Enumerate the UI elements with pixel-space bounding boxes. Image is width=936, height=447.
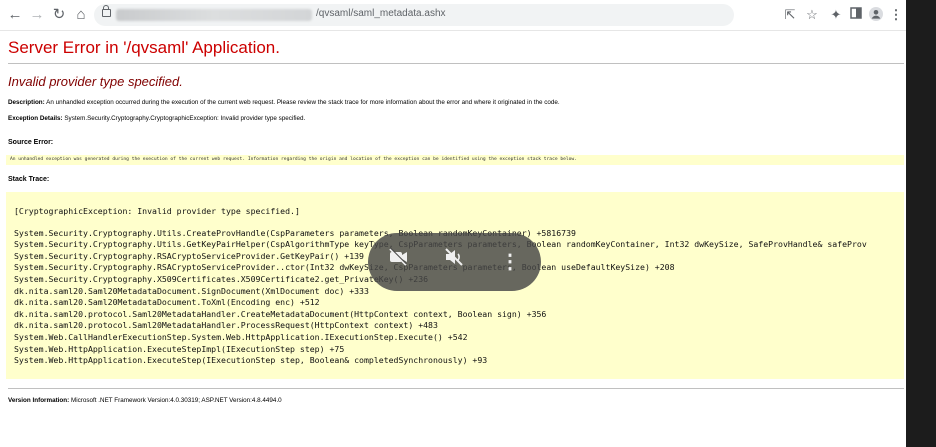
version-text: Microsoft .NET Framework Version:4.0.303…	[70, 397, 282, 404]
lock-icon[interactable]	[102, 5, 111, 17]
browser-toolbar: ← → ↻ ⌂ /qvsaml/saml_metadata.ashx ⇱ ☆ ✦…	[0, 0, 936, 31]
home-icon[interactable]: ⌂	[72, 6, 90, 24]
stack-trace-line: System.Web.CallHandlerExecutionStep.Syst…	[14, 332, 468, 342]
error-subtitle: Invalid provider type specified.	[8, 74, 183, 89]
star-icon[interactable]: ☆	[804, 7, 820, 23]
stack-trace-line: [CryptographicException: Invalid provide…	[14, 206, 300, 216]
reload-icon[interactable]: ↻	[50, 6, 68, 24]
version-label: Version Information:	[8, 397, 70, 404]
back-arrow-icon[interactable]: ←	[6, 6, 24, 24]
divider	[8, 63, 904, 64]
more-options-icon[interactable]: ⋮	[492, 244, 528, 280]
screen-edge	[906, 0, 936, 447]
stack-trace-line: System.Web.HttpApplication.ExecuteStepIm…	[14, 343, 345, 354]
profile-icon[interactable]	[868, 7, 884, 23]
stack-trace-line: System.Security.Cryptography.RSACryptoSe…	[14, 262, 675, 273]
exception-text: System.Security.Cryptography.Cryptograph…	[64, 115, 306, 122]
source-error-box: An unhandled exception was generated dur…	[6, 155, 904, 165]
sidebar-icon[interactable]	[848, 7, 864, 23]
stack-trace-line: System.Web.HttpApplication.ExecuteStep(I…	[14, 355, 488, 366]
video-controls-overlay: ⋮	[368, 233, 541, 291]
stack-trace-label: Stack Trace:	[8, 176, 50, 183]
description-line: Description: An unhandled exception occu…	[8, 99, 560, 106]
source-error-label: Source Error:	[8, 139, 54, 146]
forward-arrow-icon[interactable]: →	[28, 6, 46, 24]
description-label: Description:	[8, 99, 45, 106]
stack-trace-line: System.Security.Cryptography.X509Certifi…	[14, 274, 429, 284]
stack-trace-line: dk.nita.saml20.protocol.Saml20MetadataHa…	[14, 308, 547, 319]
stack-trace-line: dk.nita.saml20.Saml20MetadataDocument.To…	[14, 297, 320, 308]
stack-trace-line: System.Security.Cryptography.RSACryptoSe…	[14, 250, 364, 261]
extensions-icon[interactable]: ✦	[828, 7, 844, 23]
version-line: Version Information: Microsoft .NET Fram…	[8, 397, 282, 404]
stack-trace-line: dk.nita.saml20.protocol.Saml20MetadataHa…	[14, 320, 438, 331]
stack-trace-line: dk.nita.saml20.Saml20MetadataDocument.Si…	[14, 285, 369, 296]
exception-label: Exception Details:	[8, 115, 63, 122]
page-title: Server Error in '/qvsaml' Application.	[8, 38, 280, 57]
url-redacted	[116, 9, 312, 21]
video-off-icon[interactable]	[380, 244, 416, 280]
source-error-text: An unhandled exception was generated dur…	[10, 157, 577, 162]
exception-line: Exception Details: System.Security.Crypt…	[8, 115, 305, 122]
menu-kebab-icon[interactable]: ⋮	[888, 7, 904, 23]
address-bar[interactable]: /qvsaml/saml_metadata.ashx	[94, 4, 734, 26]
share-icon[interactable]: ⇱	[782, 7, 798, 23]
divider	[8, 388, 904, 389]
mute-icon[interactable]	[436, 244, 472, 280]
url-path: /qvsaml/saml_metadata.ashx	[316, 8, 446, 19]
description-text: An unhandled exception occurred during t…	[46, 99, 560, 106]
